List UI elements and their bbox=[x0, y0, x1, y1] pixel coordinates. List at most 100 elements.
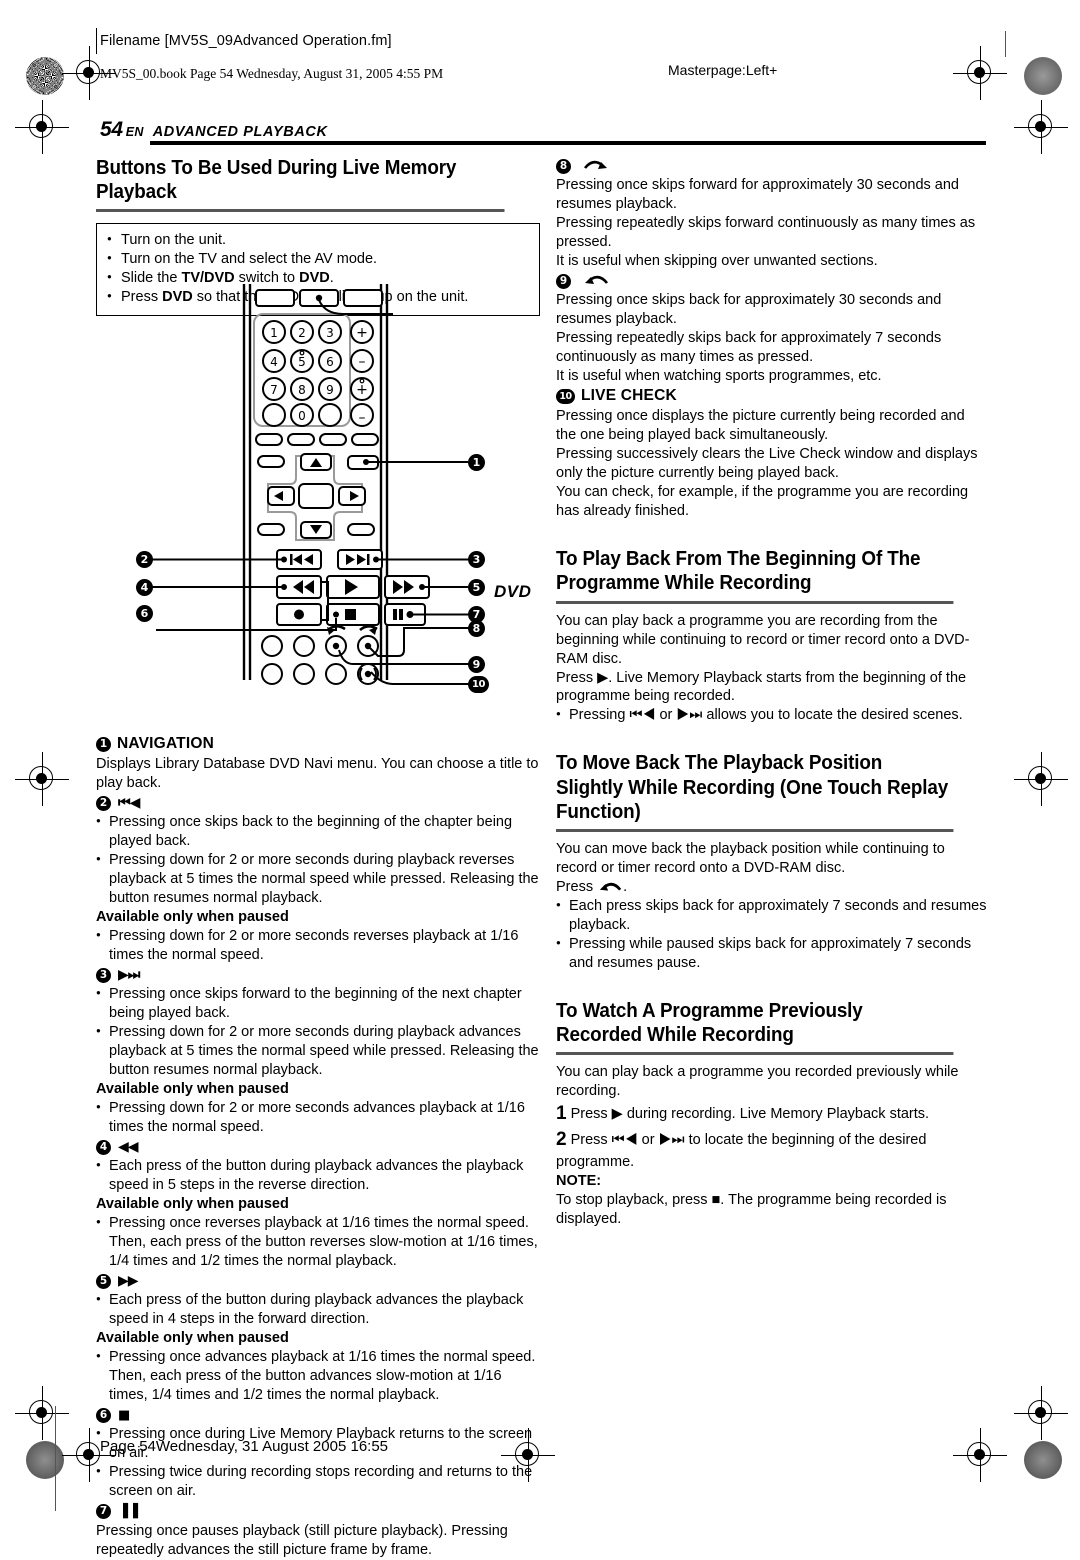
step-number: 1 bbox=[556, 1103, 567, 1125]
callout-item-4-paused-bullets: Pressing once reverses playback at 1/16 … bbox=[96, 1214, 540, 1271]
callout-marker-9: 9 bbox=[468, 656, 485, 673]
callout-label-live-check: LIVE CHECK bbox=[581, 387, 677, 405]
filename-slug: Filename [MV5S_09Advanced Operation.fm] bbox=[100, 33, 392, 49]
list-item: Turn on the unit. bbox=[107, 231, 529, 250]
callout-item-3-bullets: Pressing once skips forward to the begin… bbox=[96, 985, 540, 1080]
marker-3: 3 bbox=[96, 967, 111, 983]
list-item: Pressing down for 2 or more seconds adva… bbox=[96, 1099, 540, 1137]
step-2: 2 Press ⏮◀ or ▶⏭ to locate the beginning … bbox=[556, 1127, 988, 1172]
step-text: Press ▶ during recording. Live Memory Pl… bbox=[570, 1106, 930, 1123]
skip-back-icon: ⏮◀ bbox=[118, 794, 140, 811]
callout-item-9-p1: Pressing once skips back for approximate… bbox=[556, 292, 942, 328]
list-item: Each press of the button during playback… bbox=[96, 1157, 540, 1195]
callout-marker-1: 1 bbox=[468, 454, 485, 471]
list-item: Turn on the TV and select the AV mode. bbox=[107, 250, 529, 269]
marker-5: 5 bbox=[96, 1274, 111, 1290]
registration-mark-bottom-right-outer bbox=[1014, 1386, 1068, 1440]
section-title: ADVANCED PLAYBACK bbox=[152, 124, 328, 140]
list-item: Pressing once reverses playback at 1/16 … bbox=[96, 1214, 540, 1271]
callout-item-6-heading: 6 ■ bbox=[96, 1405, 540, 1425]
registration-mark-top-right-inner bbox=[953, 46, 1007, 100]
skip-back-arc-icon bbox=[599, 882, 622, 891]
callout-label-navigation: NAVIGATION bbox=[117, 734, 215, 752]
section-heading-move-back: To Move Back The Playback Position Sligh… bbox=[556, 751, 954, 833]
callout-item-2-bullets: Pressing once skips back to the beginnin… bbox=[96, 813, 540, 908]
marker-10: 10 bbox=[556, 389, 575, 405]
remote-control-illustration: 123 456 789 0 + – + – DVD 1 2 3 4 5 6 7 … bbox=[96, 282, 540, 693]
rewind-icon: ◀◀ bbox=[118, 1138, 139, 1155]
callout-item-5-paused-bullets: Pressing once advances playback at 1/16 … bbox=[96, 1348, 540, 1405]
svg-text:0: 0 bbox=[298, 409, 306, 423]
registration-mark-top-left-outer bbox=[15, 100, 69, 154]
marker-4: 4 bbox=[96, 1139, 111, 1155]
marker-2: 2 bbox=[96, 795, 111, 811]
slug-divider-line bbox=[96, 28, 97, 54]
paused-subhead: Available only when paused bbox=[96, 1330, 289, 1347]
footer-slug: Page 54Wednesday, 31 August 2005 16:55 bbox=[100, 1438, 389, 1455]
fast-forward-icon: ▶▶ bbox=[118, 1273, 139, 1290]
skip-forward-arc-icon bbox=[584, 160, 608, 169]
registration-mark-middle-right bbox=[1014, 752, 1068, 806]
page-number: 54 bbox=[100, 118, 123, 141]
list-item: Pressing down for 2 or more seconds reve… bbox=[96, 927, 540, 965]
list-item: Pressing twice during recording stops re… bbox=[96, 1463, 540, 1501]
svg-text:–: – bbox=[359, 354, 366, 370]
callout-item-1-text: Displays Library Database DVD Navi menu.… bbox=[96, 755, 539, 791]
list-item: Pressing ⏮◀ or ▶⏭ allows you to locate t… bbox=[556, 706, 988, 725]
step-text: Press ⏮◀ or ▶⏭ to locate the beginning o… bbox=[556, 1131, 927, 1170]
footer-divider-line bbox=[55, 1406, 56, 1511]
callout-item-1-heading: 1 NAVIGATION bbox=[96, 734, 540, 755]
press-label: Press bbox=[556, 878, 594, 895]
callout-item-9-p3: It is useful when watching sports progra… bbox=[556, 368, 882, 385]
callout-item-7-heading: 7 ▐▐ bbox=[96, 1501, 540, 1521]
svg-text:6: 6 bbox=[326, 355, 334, 369]
step-1: 1 Press ▶ during recording. Live Memory P… bbox=[556, 1101, 988, 1127]
callout-marker-3: 3 bbox=[468, 551, 485, 568]
trim-line-top-right bbox=[1005, 31, 1006, 57]
list-item: Pressing while paused skips back for app… bbox=[556, 935, 988, 973]
skip-back-arc-icon bbox=[585, 276, 609, 285]
list-item: Each press skips back for approximately … bbox=[556, 897, 988, 935]
callout-item-6-bullets: Pressing once during Live Memory Playbac… bbox=[96, 1425, 540, 1501]
registration-mark-top-right-outer bbox=[1014, 100, 1068, 154]
section-move-back-p1: You can move back the playback position … bbox=[556, 841, 945, 876]
svg-text:5: 5 bbox=[298, 355, 306, 369]
list-item: Pressing once skips back to the beginnin… bbox=[96, 813, 540, 851]
section-play-back-p2: Press ▶. Live Memory Playback starts fro… bbox=[556, 669, 967, 705]
callout-item-8-heading: 8 bbox=[556, 156, 988, 176]
registration-mark-middle-left bbox=[15, 752, 69, 806]
callout-marker-5: 5 bbox=[468, 579, 485, 596]
callout-marker-2: 2 bbox=[136, 551, 153, 568]
pause-icon: ▐▐ bbox=[118, 1504, 138, 1520]
marker-6: 6 bbox=[96, 1408, 111, 1424]
svg-text:+: + bbox=[356, 382, 368, 398]
svg-text:9: 9 bbox=[326, 383, 334, 397]
svg-text:8: 8 bbox=[298, 383, 306, 397]
callout-item-7-text: Pressing once pauses playback (still pic… bbox=[96, 1522, 508, 1558]
list-item: Pressing once skips forward to the begin… bbox=[96, 985, 540, 1023]
list-item: Pressing once advances playback at 1/16 … bbox=[96, 1348, 540, 1405]
callout-item-8-p2: Pressing repeatedly skips forward contin… bbox=[556, 215, 976, 251]
print-density-patch-bottom-left bbox=[26, 1441, 64, 1479]
masterpage-slug: Masterpage:Left+ bbox=[668, 62, 778, 78]
svg-text:–: – bbox=[359, 410, 366, 426]
svg-text:2: 2 bbox=[298, 326, 306, 340]
callout-item-3-heading: 3 ▶⏭ bbox=[96, 965, 540, 985]
book-slug: MV5S_00.book Page 54 Wednesday, August 3… bbox=[100, 66, 444, 81]
callout-item-5-bullets: Each press of the button during playback… bbox=[96, 1291, 540, 1329]
svg-text:4: 4 bbox=[270, 355, 278, 369]
callout-item-2-paused-bullets: Pressing down for 2 or more seconds reve… bbox=[96, 927, 540, 965]
right-column: 8 Pressing once skips forward for approx… bbox=[556, 156, 988, 1229]
callout-item-9-heading: 9 bbox=[556, 271, 988, 291]
note-text: To stop playback, press ■. The programme… bbox=[556, 1192, 947, 1228]
callout-marker-10: 10 bbox=[468, 676, 489, 693]
section-play-back-bullets: Pressing ⏮◀ or ▶⏭ allows you to locate t… bbox=[556, 706, 988, 725]
section-watch-intro: You can play back a programme you record… bbox=[556, 1064, 959, 1100]
callout-item-4-bullets: Each press of the button during playback… bbox=[96, 1157, 540, 1195]
callout-item-10-p2: Pressing successively clears the Live Ch… bbox=[556, 446, 978, 482]
callout-item-10-p3: You can check, for example, if the progr… bbox=[556, 484, 969, 520]
callout-item-2-heading: 2 ⏮◀ bbox=[96, 793, 540, 813]
print-density-patch-top-right bbox=[1024, 57, 1062, 95]
svg-text:+: + bbox=[356, 325, 368, 341]
section-move-back-bullets: Each press skips back for approximately … bbox=[556, 897, 988, 973]
